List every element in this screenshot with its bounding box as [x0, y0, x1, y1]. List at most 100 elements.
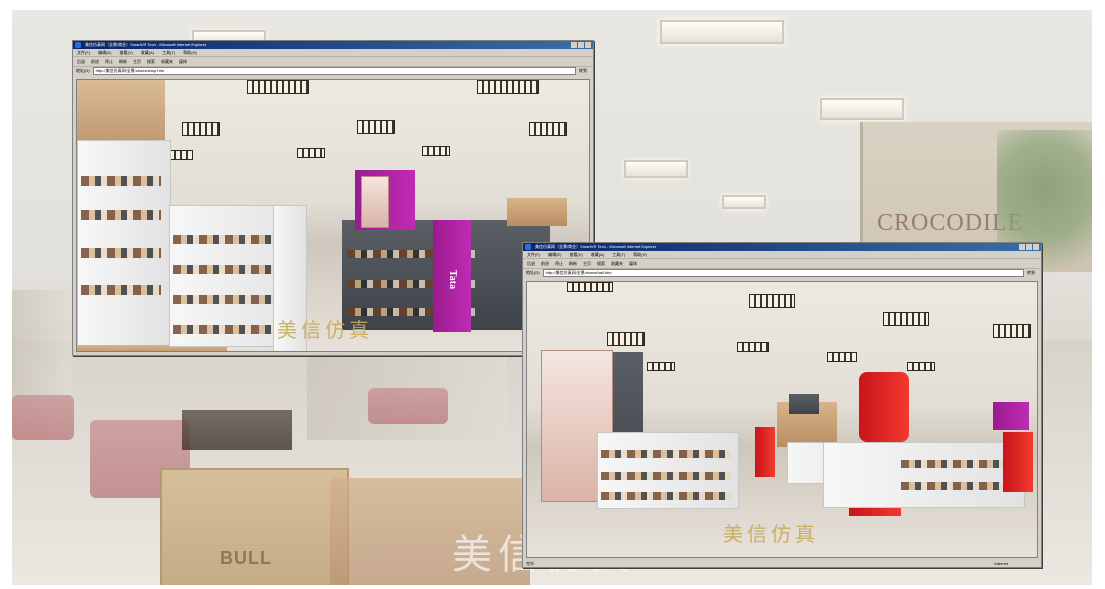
favorites-button[interactable]: 收藏夹: [611, 259, 623, 268]
status-zone: Internet: [994, 561, 1008, 566]
minimize-icon[interactable]: [1019, 244, 1025, 250]
ceiling-light: [567, 282, 613, 292]
browser-window-left: 美信仿真网（全景/商业）SmartVR Tech - Microsoft Int…: [72, 40, 594, 356]
ie-logo-icon: [75, 42, 81, 48]
address-input[interactable]: http://美信仿真网/全景/shoes/shop.htm: [92, 67, 576, 75]
toolbar: 后退 前进 停止 刷新 主页 搜索 收藏夹 媒体: [73, 57, 593, 67]
ceiling-light: [827, 352, 857, 362]
vr-store-scene: 美信仿真: [527, 282, 1037, 557]
favorites-button[interactable]: 收藏夹: [161, 57, 173, 66]
purple-panel: [993, 402, 1029, 430]
shoe-row: [901, 460, 1019, 468]
address-bar: 地址(D) http://美信仿真网/全景/shoes/hall.htm 转到: [523, 269, 1041, 277]
wall-panel: [77, 80, 165, 140]
address-label: 地址(D): [526, 270, 540, 275]
search-button[interactable]: 搜索: [147, 57, 155, 66]
window-controls: [1019, 244, 1039, 250]
pillar-brand: Tata: [447, 270, 458, 290]
shoe-row: [601, 472, 731, 480]
ceiling-light: [169, 150, 193, 160]
minimize-icon[interactable]: [571, 42, 577, 48]
ceiling-light: [722, 195, 766, 209]
menu-view[interactable]: 查看(V): [119, 49, 132, 56]
media-button[interactable]: 媒体: [629, 259, 637, 268]
back-display: [507, 198, 567, 226]
menu-bar: 文件(F) 编辑(E) 查看(V) 收藏(A) 工具(T) 帮助(H): [523, 251, 1041, 259]
screenshot-frame: CROCODILE BULL 美信仿真 美信仿真网（全景/商业）SmartVR …: [0, 0, 1105, 589]
window-title: 美信仿真网（全景/商业）SmartVR Tech - Microsoft Int…: [535, 244, 657, 249]
ceiling-light: [749, 294, 795, 308]
watermark: 美信仿真: [277, 318, 373, 342]
ceiling-light: [993, 324, 1031, 338]
menu-tools[interactable]: 工具(T): [162, 49, 175, 56]
address-input[interactable]: http://美信仿真网/全景/shoes/hall.htm: [542, 269, 1024, 277]
shoe-row: [601, 492, 731, 500]
go-button[interactable]: 转到: [1027, 270, 1041, 276]
status-text: 完毕: [526, 561, 534, 566]
shoe-row: [81, 176, 161, 186]
ceiling-light: [247, 80, 309, 94]
refresh-button[interactable]: 刷新: [119, 57, 127, 66]
window-title-bar[interactable]: 美信仿真网（全景/商业）SmartVR Tech - Microsoft Int…: [523, 243, 1041, 251]
maximize-icon[interactable]: [578, 42, 584, 48]
wall-shelf: [77, 140, 171, 347]
home-button[interactable]: 主页: [133, 57, 141, 66]
menu-tools[interactable]: 工具(T): [612, 251, 625, 258]
browser-window-right: 美信仿真网（全景/商业）SmartVR Tech - Microsoft Int…: [522, 242, 1042, 568]
shoe-row: [81, 248, 161, 258]
maximize-icon[interactable]: [1026, 244, 1032, 250]
media-button[interactable]: 媒体: [179, 57, 187, 66]
menu-edit[interactable]: 编辑(E): [98, 49, 111, 56]
close-icon[interactable]: [585, 42, 591, 48]
window-controls: [571, 42, 591, 48]
back-button[interactable]: 后退: [527, 259, 535, 268]
stop-button[interactable]: 停止: [555, 259, 563, 268]
menu-help[interactable]: 帮助(H): [183, 49, 197, 56]
ie-logo-icon: [525, 244, 531, 250]
ceiling-light: [737, 342, 769, 352]
shoe-row: [901, 482, 1019, 490]
search-button[interactable]: 搜索: [597, 259, 605, 268]
ottoman: [368, 388, 448, 424]
ceiling-light: [182, 122, 220, 136]
toolbar: 后退 前进 停止 刷新 主页 搜索 收藏夹 媒体: [523, 259, 1041, 269]
ceiling-light: [357, 120, 395, 134]
ottoman: [12, 395, 74, 440]
ceiling-light: [883, 312, 929, 326]
ceiling-light: [907, 362, 935, 371]
shoe-row: [601, 450, 731, 458]
watermark: 美信仿真: [723, 522, 819, 546]
menu-file[interactable]: 文件(F): [77, 49, 90, 56]
red-cylinder: [859, 372, 909, 442]
menu-bar: 文件(F) 编辑(E) 查看(V) 收藏(A) 工具(T) 帮助(H): [73, 49, 593, 57]
vr-store-scene: Tata 美信仿真: [77, 80, 589, 351]
address-label: 地址(D): [76, 68, 90, 73]
page-viewport[interactable]: 美信仿真: [526, 281, 1038, 558]
menu-help[interactable]: 帮助(H): [633, 251, 647, 258]
back-button[interactable]: 后退: [77, 57, 85, 66]
menu-file[interactable]: 文件(F): [527, 251, 540, 258]
red-pillar: [755, 427, 775, 477]
home-button[interactable]: 主页: [583, 259, 591, 268]
menu-favorites[interactable]: 收藏(A): [141, 49, 154, 56]
status-bar: 完毕 Internet: [526, 561, 1038, 567]
go-button[interactable]: 转到: [579, 68, 593, 74]
forward-button[interactable]: 前进: [91, 57, 99, 66]
red-panel: [1003, 432, 1033, 492]
ceiling-light: [820, 98, 904, 120]
address-bar: 地址(D) http://美信仿真网/全景/shoes/shop.htm 转到: [73, 67, 593, 75]
stop-button[interactable]: 停止: [105, 57, 113, 66]
menu-view[interactable]: 查看(V): [569, 251, 582, 258]
refresh-button[interactable]: 刷新: [569, 259, 577, 268]
menu-edit[interactable]: 编辑(E): [548, 251, 561, 258]
forward-button[interactable]: 前进: [541, 259, 549, 268]
menu-favorites[interactable]: 收藏(A): [591, 251, 604, 258]
ceiling-light: [660, 20, 784, 44]
tv-screen: [789, 394, 819, 414]
shoe-row: [81, 285, 161, 295]
box-brand: BULL: [220, 548, 272, 568]
close-icon[interactable]: [1033, 244, 1039, 250]
page-viewport[interactable]: Tata 美信仿真: [76, 79, 590, 352]
window-title-bar[interactable]: 美信仿真网（全景/商业）SmartVR Tech - Microsoft Int…: [73, 41, 593, 49]
ceiling-light: [422, 146, 450, 156]
